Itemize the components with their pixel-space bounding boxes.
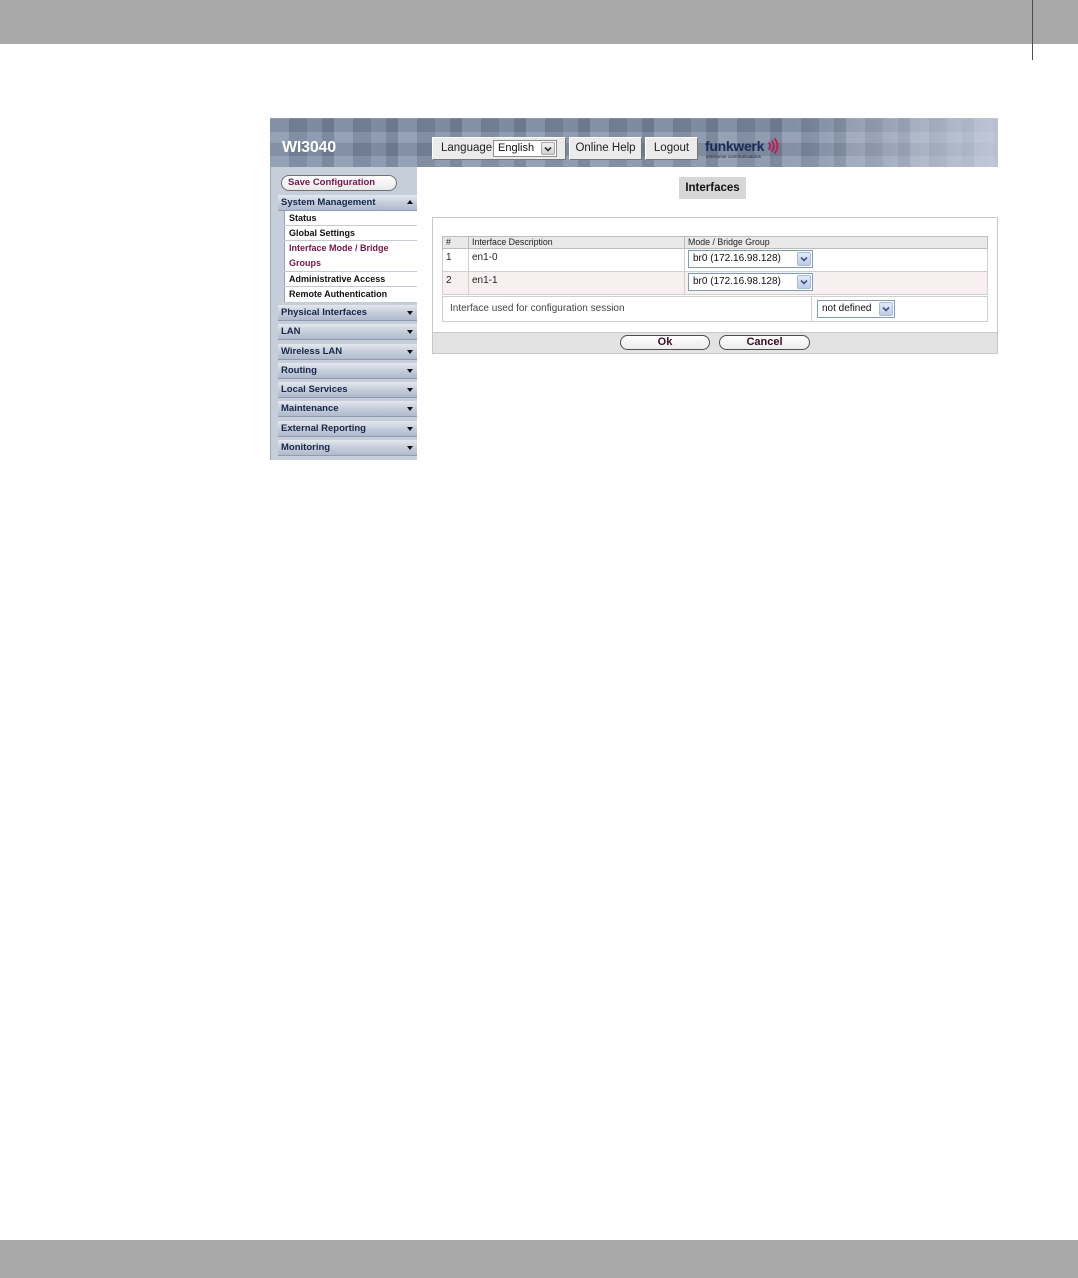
app-header: WI3040 Language English Online Help Logo… bbox=[270, 118, 998, 167]
document-top-bar bbox=[0, 0, 1078, 44]
nav-section-label: Routing bbox=[281, 364, 317, 376]
nav-section-system-management[interactable]: System Management bbox=[278, 195, 417, 211]
nav-section-label: LAN bbox=[281, 326, 301, 338]
interface-description: en1-1 bbox=[469, 272, 685, 294]
language-select-value: English bbox=[498, 142, 535, 154]
triangle-down-icon bbox=[407, 426, 413, 431]
nav-section-maintenance[interactable]: Maintenance bbox=[278, 401, 417, 418]
triangle-down-icon bbox=[407, 388, 413, 393]
mode-bridge-group-select[interactable]: br0 (172.16.98.128) bbox=[688, 250, 813, 268]
language-select[interactable]: English bbox=[493, 140, 557, 157]
page-title: Interfaces bbox=[679, 177, 746, 199]
nav-section-wireless-lan[interactable]: Wireless LAN bbox=[278, 343, 417, 360]
config-session-select[interactable]: not defined bbox=[817, 300, 895, 318]
nav-section-local-services[interactable]: Local Services bbox=[278, 382, 417, 399]
sidebar-nav: Save Configuration System Management Sta… bbox=[270, 167, 417, 460]
system-management-submenu: Status Global Settings Interface Mode / … bbox=[284, 211, 417, 303]
table-row: 1 en1-0 br0 (172.16.98.128) bbox=[442, 249, 988, 272]
save-configuration-button[interactable]: Save Configuration bbox=[281, 175, 397, 191]
mode-cell: br0 (172.16.98.128) bbox=[685, 272, 987, 294]
triangle-down-icon bbox=[407, 330, 413, 335]
language-selector-group: Language English bbox=[432, 137, 566, 160]
nav-section-external-reporting[interactable]: External Reporting bbox=[278, 420, 417, 437]
logo-tagline: enterprise communications bbox=[706, 154, 761, 159]
triangle-down-icon bbox=[407, 368, 413, 373]
product-title: WI3040 bbox=[282, 139, 336, 156]
triangle-down-icon bbox=[407, 311, 413, 315]
nav-section-label: Maintenance bbox=[281, 403, 339, 415]
online-help-button[interactable]: Online Help bbox=[569, 137, 642, 160]
select-value: not defined bbox=[822, 303, 872, 314]
nav-section-label: Wireless LAN bbox=[281, 345, 343, 357]
select-value: br0 (172.16.98.128) bbox=[693, 253, 781, 264]
mode-cell: br0 (172.16.98.128) bbox=[685, 249, 987, 271]
document-bottom-bar bbox=[0, 1240, 1078, 1278]
nav-section-label: Physical Interfaces bbox=[281, 307, 368, 318]
dropdown-arrow-icon[interactable] bbox=[879, 302, 893, 316]
column-header-interface-description: Interface Description bbox=[469, 237, 685, 248]
select-value: br0 (172.16.98.128) bbox=[693, 276, 781, 287]
interfaces-form: # Interface Description Mode / Bridge Gr… bbox=[432, 217, 998, 354]
funkwerk-logo: funkwerk enterprise communications bbox=[705, 137, 785, 163]
row-number: 1 bbox=[443, 249, 469, 271]
config-session-label: Interface used for configuration session bbox=[443, 297, 812, 321]
nav-section-list: Physical Interfaces LAN Wireless LAN Rou… bbox=[278, 305, 417, 459]
dropdown-arrow-icon[interactable] bbox=[541, 142, 555, 155]
nav-section-label: System Management bbox=[281, 197, 376, 208]
nav-section-label: External Reporting bbox=[281, 422, 366, 434]
interface-description: en1-0 bbox=[469, 249, 685, 271]
column-header-number: # bbox=[443, 237, 469, 248]
radio-waves-icon bbox=[768, 138, 779, 154]
dropdown-arrow-icon[interactable] bbox=[797, 252, 811, 266]
mode-bridge-group-select[interactable]: br0 (172.16.98.128) bbox=[688, 273, 813, 291]
nav-section-lan[interactable]: LAN bbox=[278, 324, 417, 341]
triangle-down-icon bbox=[407, 349, 413, 354]
row-number: 2 bbox=[443, 272, 469, 294]
nav-section-label: Monitoring bbox=[281, 442, 331, 454]
table-header-row: # Interface Description Mode / Bridge Gr… bbox=[442, 236, 988, 249]
triangle-down-icon bbox=[407, 407, 413, 412]
interfaces-table: # Interface Description Mode / Bridge Gr… bbox=[442, 236, 988, 322]
config-session-row: Interface used for configuration session… bbox=[442, 296, 988, 322]
config-session-cell: not defined bbox=[812, 297, 987, 321]
nav-section-routing[interactable]: Routing bbox=[278, 362, 417, 379]
triangle-down-icon bbox=[407, 446, 413, 451]
logo-wordmark: funkwerk bbox=[705, 138, 765, 154]
dropdown-arrow-icon[interactable] bbox=[797, 275, 811, 289]
nav-section-physical-interfaces[interactable]: Physical Interfaces bbox=[278, 305, 417, 321]
cancel-button[interactable]: Cancel bbox=[719, 335, 810, 350]
ok-button[interactable]: Ok bbox=[620, 335, 710, 350]
nav-section-label: Local Services bbox=[281, 384, 348, 396]
page-edge-marker bbox=[1032, 0, 1033, 60]
form-button-bar: Ok Cancel bbox=[433, 332, 997, 353]
language-label: Language bbox=[441, 142, 493, 154]
sidebar-item-remote-authentication[interactable]: Remote Authentication bbox=[284, 287, 417, 303]
sidebar-item-global-settings[interactable]: Global Settings bbox=[284, 226, 417, 241]
sidebar-item-administrative-access[interactable]: Administrative Access bbox=[284, 272, 417, 287]
triangle-up-icon bbox=[407, 200, 413, 204]
column-header-mode-bridge-group: Mode / Bridge Group bbox=[688, 237, 770, 247]
logout-button[interactable]: Logout bbox=[645, 137, 698, 160]
sidebar-item-interface-mode-bridge-groups[interactable]: Interface Mode / Bridge Groups bbox=[284, 241, 417, 272]
sidebar-item-status[interactable]: Status bbox=[284, 211, 417, 226]
nav-section-monitoring[interactable]: Monitoring bbox=[278, 440, 417, 457]
table-row: 2 en1-1 br0 (172.16.98.128) bbox=[442, 272, 988, 295]
